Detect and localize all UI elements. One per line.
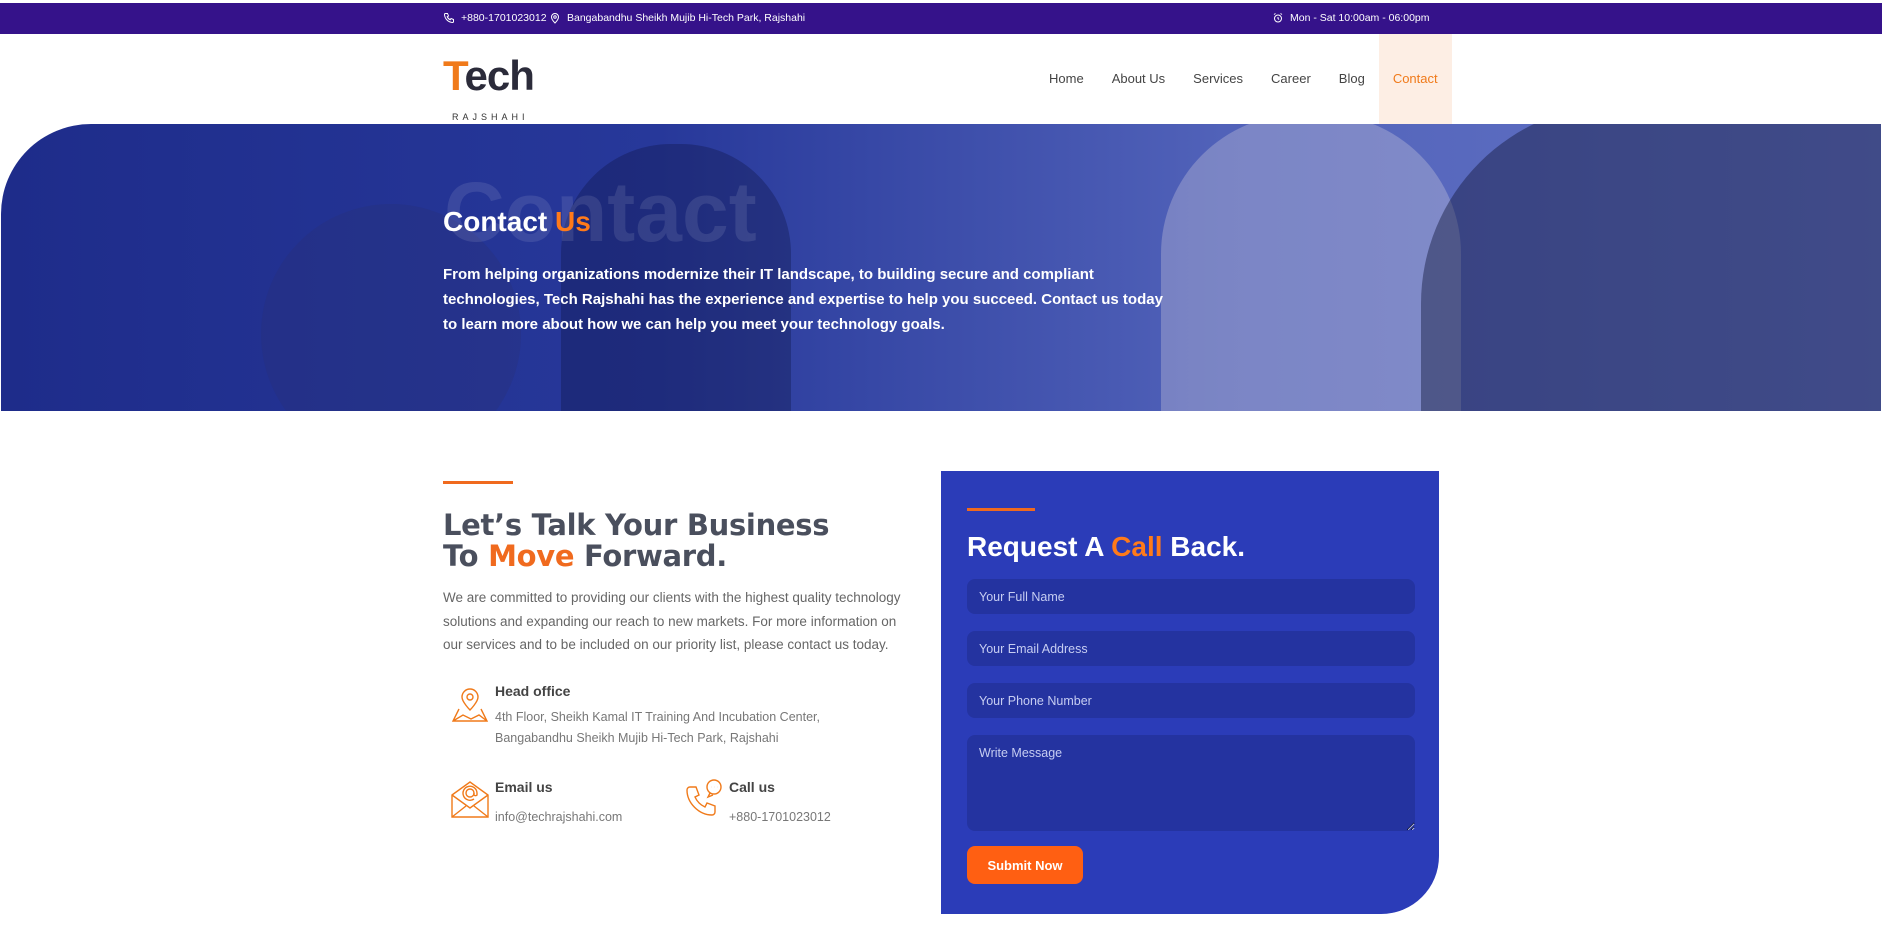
topbar-phone[interactable]: +880-1701023012 — [443, 12, 547, 24]
topbar-address: Bangabandhu Sheikh Mujib Hi-Tech Park, R… — [549, 12, 805, 24]
email-link[interactable]: info@techrajshahi.com — [495, 807, 622, 828]
head-office-line1: 4th Floor, Sheikh Kamal IT Training And … — [495, 710, 820, 724]
logo-subtitle: RAJSHAHI — [452, 112, 529, 122]
contact-info-section: Let’s Talk Your Business To Move Forward… — [443, 481, 913, 657]
nav-contact[interactable]: Contact — [1378, 34, 1452, 124]
nav-home[interactable]: Home — [1035, 34, 1098, 124]
phone-input[interactable] — [967, 683, 1415, 718]
section-heading-line1: Let’s Talk Your Business — [443, 508, 830, 542]
site-header: Tech RAJSHAHI Home About Us Services Car… — [0, 34, 1882, 124]
message-textarea[interactable] — [967, 735, 1415, 831]
nav-blog[interactable]: Blog — [1325, 34, 1379, 124]
section-heading-accent: Move — [488, 539, 575, 573]
hero-photo-shape — [1421, 124, 1881, 411]
form-accent-line — [967, 508, 1035, 511]
form-heading-post: Back. — [1162, 531, 1246, 562]
hero-banner: Contact Contact Us From helping organiza… — [1, 124, 1881, 411]
topbar-hours: Mon - Sat 10:00am - 06:00pm — [1272, 12, 1430, 24]
topbar-phone-text: +880-1701023012 — [461, 12, 547, 24]
head-office-line2: Bangabandhu Sheikh Mujib Hi-Tech Park, R… — [495, 731, 779, 745]
head-office-title: Head office — [495, 683, 571, 699]
form-heading: Request A Call Back. — [967, 531, 1245, 563]
topbar-hours-text: Mon - Sat 10:00am - 06:00pm — [1290, 12, 1430, 24]
alarm-clock-icon — [1273, 13, 1283, 23]
section-heading-pre: To — [443, 539, 489, 573]
email-input[interactable] — [967, 631, 1415, 666]
call-number[interactable]: +880-1701023012 — [729, 807, 831, 828]
phone-chat-icon — [686, 779, 722, 816]
callback-form-card: Request A Call Back. Submit Now — [941, 471, 1439, 914]
hero-description: From helping organizations modernize the… — [443, 266, 1163, 333]
email-title: Email us — [495, 779, 553, 795]
logo-letter-t: T — [443, 52, 466, 99]
form-heading-pre: Request A — [967, 531, 1112, 562]
nav-about-us[interactable]: About Us — [1098, 34, 1179, 124]
submit-button[interactable]: Submit Now — [967, 846, 1083, 884]
section-heading: Let’s Talk Your Business To Move Forward… — [443, 510, 913, 572]
page-title-accent: Us — [555, 206, 591, 237]
page-title-main: Contact — [443, 206, 555, 237]
hero-photo-shape — [1161, 124, 1461, 411]
top-info-bar: +880-1701023012 Bangabandhu Sheikh Mujib… — [0, 3, 1882, 34]
location-pin-icon — [550, 13, 560, 24]
nav-career[interactable]: Career — [1257, 34, 1325, 124]
call-title: Call us — [729, 779, 775, 795]
phone-icon — [443, 13, 454, 24]
full-name-input[interactable] — [967, 579, 1415, 614]
section-intro: We are committed to providing our client… — [443, 590, 901, 652]
section-accent-line — [443, 481, 513, 484]
section-heading-post: Forward. — [574, 539, 727, 573]
logo-wordmark: Tech — [443, 52, 535, 100]
main-nav: Home About Us Services Career Blog Conta… — [1035, 34, 1452, 124]
page-title: Contact Us — [443, 206, 591, 238]
site-logo[interactable]: Tech RAJSHAHI — [443, 52, 535, 122]
head-office-address: 4th Floor, Sheikh Kamal IT Training And … — [495, 707, 820, 749]
form-heading-accent: Call — [1111, 531, 1163, 562]
logo-letters: ech — [464, 52, 535, 99]
map-location-icon — [451, 688, 489, 722]
topbar-address-text: Bangabandhu Sheikh Mujib Hi-Tech Park, R… — [567, 12, 806, 24]
nav-services[interactable]: Services — [1179, 34, 1257, 124]
envelope-icon — [451, 781, 489, 818]
